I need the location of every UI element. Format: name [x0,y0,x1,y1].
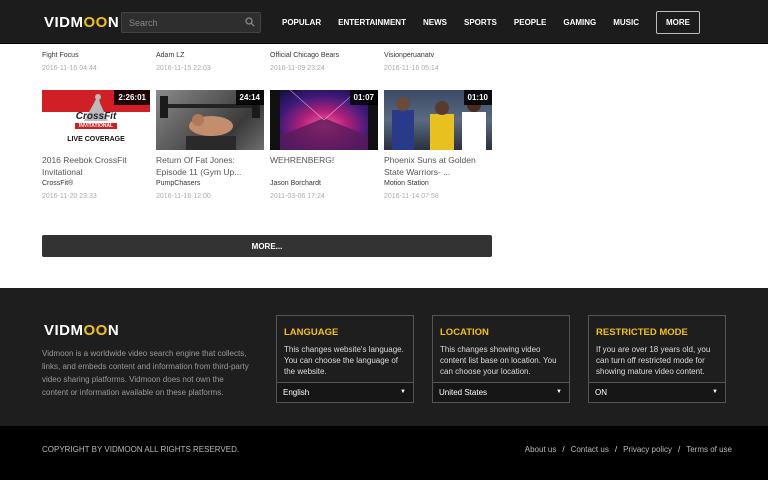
logo-text-left: VIDM [44,322,84,339]
footer-vidmoon-logo[interactable]: VIDMOON [44,322,119,339]
link-about-us[interactable]: About us [525,445,557,454]
partial-video-channel[interactable]: Fight Focus [42,52,152,59]
video-title[interactable]: WEHRENBERG! [270,154,378,178]
video-thumbnail[interactable]: 24:14 [156,90,264,150]
language-heading: LANGUAGE [284,327,339,338]
video-thumbnail[interactable]: CrossFit INVITATIONAL LIVE COVERAGE 2:26… [42,90,150,150]
video-card[interactable]: 01:07 WEHRENBERG! Jason Borchardt 2011-0… [270,90,378,200]
video-card[interactable]: 24:14 Return Of Fat Jones: Episode 11 (G… [156,90,264,200]
top-navigation-bar: VIDMOON POPULAR ENTERTAINMENT NEWS SPORT… [0,0,768,44]
caret-down-icon: ▼ [400,389,406,395]
partial-video-channel[interactable]: Visionperuanatv [384,52,494,59]
video-channel[interactable]: PumpChasers [156,180,264,187]
logo-text-moon: OO [83,14,108,31]
link-terms-of-use[interactable]: Terms of use [686,445,732,454]
video-duration: 24:14 [235,90,264,105]
restricted-mode-select-value: ON [595,388,607,397]
nav-music[interactable]: MUSIC [613,18,639,27]
language-select-value: English [283,388,310,397]
logo-text-right: N [107,322,120,339]
video-thumbnail[interactable]: 01:07 [270,90,378,150]
footer-description: Vidmoon is a worldwide video search engi… [42,349,249,397]
nav-sports[interactable]: SPORTS [464,18,497,27]
video-duration: 01:10 [463,90,492,105]
video-duration: 01:07 [349,90,378,105]
logo-text-left: VIDM [44,14,84,31]
video-channel[interactable]: Jason Borchardt [270,180,378,187]
nav-gaming[interactable]: GAMING [563,18,596,27]
video-channel[interactable]: Motion Station [384,180,492,187]
video-date: 2011-03-06 17:24 [270,193,325,200]
video-duration: 2:26:01 [114,90,150,105]
partial-video-date: 2016-11-09 23:24 [270,65,325,72]
link-separator: / [562,445,565,454]
nav-people[interactable]: PEOPLE [514,18,546,27]
video-date: 2016-11-14 07:58 [384,193,439,200]
location-heading: LOCATION [440,327,489,338]
location-description: This changes showing video content list … [440,345,557,376]
logo-text-right: N [107,14,120,31]
video-title[interactable]: Phoenix Suns at Golden State Warriors- .… [384,154,492,178]
search-box [121,12,261,33]
partial-video-channel[interactable]: Official Chicago Bears [270,52,380,59]
video-card[interactable]: 01:10 Phoenix Suns at Golden State Warri… [384,90,492,200]
search-icon[interactable] [245,17,255,27]
partial-video-date: 2016-11-16 04:44 [42,65,97,72]
site-footer: VIDMOON Vidmoon is a worldwide video sea… [0,288,768,426]
link-contact-us[interactable]: Contact us [571,445,609,454]
vidmoon-logo[interactable]: VIDMOON [44,14,119,31]
nav-news[interactable]: NEWS [423,18,447,27]
nav-entertainment[interactable]: ENTERTAINMENT [338,18,406,27]
nav-popular[interactable]: POPULAR [282,18,321,27]
thumbnail-invitational-text: INVITATIONAL [75,123,117,129]
video-title[interactable]: Return Of Fat Jones: Episode 11 (Gym Up.… [156,154,264,178]
link-separator: / [614,445,618,454]
language-settings-box: LANGUAGE This changes website's language… [276,315,414,403]
language-description: This changes website's language. You can… [284,345,404,376]
link-privacy-policy[interactable]: Privacy policy [623,445,672,454]
language-select[interactable]: English ▼ [277,382,413,402]
main-nav: POPULAR ENTERTAINMENT NEWS SPORTS PEOPLE… [282,0,701,44]
video-title[interactable]: 2016 Reebok CrossFit Invitational [42,154,150,178]
copyright-bar: COPYRIGHT BY VIDMOON ALL RIGHTS RESERVED… [0,426,768,480]
video-channel[interactable]: CrossFit® [42,180,150,187]
video-date: 2016-11-20 23:33 [42,193,97,200]
video-card[interactable]: CrossFit INVITATIONAL LIVE COVERAGE 2:26… [42,90,150,200]
partial-video-channel[interactable]: Adam LZ [156,52,266,59]
footer-links: About us / Contact us / Privacy policy /… [525,445,732,454]
link-separator: / [677,445,681,454]
location-select[interactable]: United States ▼ [433,382,569,402]
restricted-mode-box: RESTRICTED MODE If you are over 18 years… [588,315,726,403]
load-more-button[interactable]: MORE... [42,235,492,257]
partial-video-date: 2016-11-15 22:03 [156,65,211,72]
nav-more-button[interactable]: MORE [656,10,701,34]
search-input[interactable] [122,13,240,32]
thumbnail-live-coverage-text: LIVE COVERAGE [67,136,125,143]
partial-video-date: 2016-11-16 05:14 [384,65,439,72]
copyright-text: COPYRIGHT BY VIDMOON ALL RIGHTS RESERVED… [42,445,240,454]
thumbnail-crossfit-text: CrossFit [75,111,117,122]
restricted-mode-heading: RESTRICTED MODE [596,327,688,338]
restricted-mode-description: If you are over 18 years old, you can tu… [596,345,711,376]
caret-down-icon: ▼ [712,389,718,395]
location-select-value: United States [439,388,488,397]
logo-text-moon: OO [83,322,108,339]
location-settings-box: LOCATION This changes showing video cont… [432,315,570,403]
restricted-mode-select[interactable]: ON ▼ [589,382,725,402]
video-date: 2016-11-16 12:00 [156,193,211,200]
caret-down-icon: ▼ [556,389,562,395]
video-thumbnail[interactable]: 01:10 [384,90,492,150]
